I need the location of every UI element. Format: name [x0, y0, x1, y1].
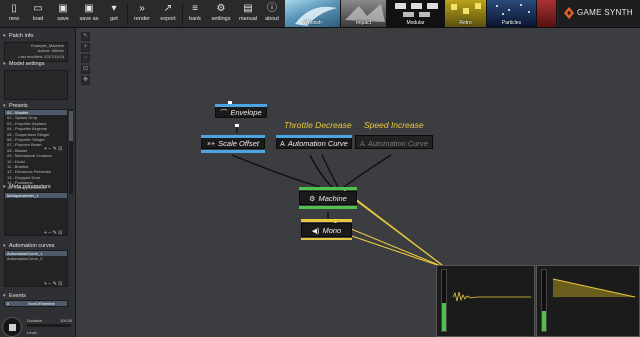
node-bar: [299, 206, 357, 209]
node-bar: [276, 135, 352, 138]
node-port[interactable]: [228, 101, 232, 104]
throttle-label: Throttle Decrease: [284, 120, 352, 130]
scale-offset-icon: ×+: [206, 141, 216, 148]
wire-auto1-machine: [309, 154, 333, 188]
level-meter: [541, 269, 547, 332]
waveform-plot: [451, 291, 533, 302]
node-machine[interactable]: ⚙ Machine: [299, 191, 357, 205]
node-port[interactable]: [235, 124, 239, 127]
app-window: { "toolbar": { "buttons": [ {"label": "n…: [0, 0, 640, 337]
wire-auto2-machine: [343, 154, 392, 188]
level-meter-fill: [542, 311, 546, 331]
node-envelope[interactable]: ⌒ Envelope: [215, 104, 267, 118]
node-bar: [301, 238, 352, 240]
node-bar: [201, 150, 265, 153]
node-automation-curve-2[interactable]: A Automation Curve: [355, 135, 433, 149]
wire-scale-machine: [231, 154, 321, 188]
automation-icon: A: [360, 141, 365, 148]
curve-plot: [551, 278, 637, 298]
scope-curve[interactable]: [536, 265, 640, 337]
node-automation-curve-1[interactable]: A Automation Curve: [276, 135, 352, 149]
node-mono[interactable]: ◀) Mono: [301, 223, 352, 237]
scope-waveform[interactable]: [436, 265, 535, 337]
wire-auto1-machine-2: [321, 154, 339, 188]
node-bar: [299, 187, 357, 190]
speaker-icon: ◀): [311, 228, 320, 235]
node-bar: [201, 135, 265, 138]
envelope-icon: ⌒: [220, 110, 228, 117]
level-meter: [441, 269, 447, 332]
probe-wire-4: [339, 231, 447, 269]
node-bar: [215, 104, 267, 107]
machine-icon: ⚙: [309, 196, 316, 203]
automation-icon: A: [280, 141, 285, 148]
node-scale-offset[interactable]: ×+ Scale Offset: [201, 135, 265, 149]
probe-wire-2: [349, 195, 447, 269]
speed-label: Speed Increase: [364, 120, 424, 130]
node-bar: [301, 219, 352, 222]
level-meter-fill: [442, 303, 446, 331]
